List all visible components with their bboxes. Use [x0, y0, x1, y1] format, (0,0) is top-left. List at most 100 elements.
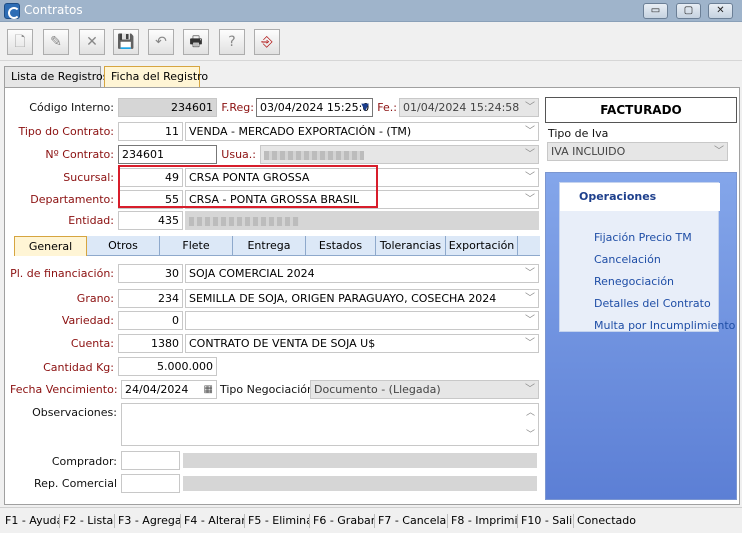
status-f3[interactable]: F3 - Agregar [115, 514, 181, 528]
op-multa-incumplimiento[interactable]: Multa por Incumplimiento [594, 319, 735, 332]
scroll-up-icon[interactable]: ︿ [526, 405, 535, 422]
chevron-down-icon[interactable]: ﹀ [525, 191, 535, 208]
fe-label: Fe.: [377, 101, 397, 114]
tab-otros[interactable]: Otros [87, 236, 160, 256]
maximize-button[interactable]: ▢ [676, 3, 701, 19]
vencimiento-label: Fecha Vencimiento: [10, 383, 118, 396]
comprador-label: Comprador: [51, 455, 117, 468]
tipo-contrato-code[interactable]: 11 [118, 122, 183, 141]
chevron-down-icon[interactable]: ﹀ [714, 143, 724, 160]
tipo-contrato-select[interactable]: VENDA - MERCADO EXPORTACIÓN - (TM) ﹀ [185, 122, 539, 141]
undo-icon[interactable]: ↶ [148, 29, 174, 55]
save-icon[interactable]: 💾 [113, 29, 139, 55]
close-button[interactable]: ✕ [708, 3, 733, 19]
sucursal-label: Sucursal: [63, 171, 114, 184]
cuenta-value: CONTRATO DE VENTA DE SOJA U$ [189, 337, 376, 350]
status-f7[interactable]: F7 - Cancelar [375, 514, 448, 528]
cantidad-label: Cantidad Kg: [43, 361, 114, 374]
tab-ficha-registro[interactable]: Ficha del Registro [104, 66, 208, 87]
delete-icon[interactable]: ✕ [79, 29, 105, 55]
status-f2[interactable]: F2 - Lista [60, 514, 115, 528]
op-fijacion-precio[interactable]: Fijación Precio TM [594, 231, 692, 244]
tipo-negociacion-value: Documento - (Llegada) [314, 383, 441, 396]
chevron-down-icon[interactable]: ﹀ [525, 146, 535, 163]
tab-lista-registros[interactable]: Lista de Registros [4, 66, 108, 87]
rep-comercial-code[interactable] [121, 474, 180, 493]
status-f6[interactable]: F6 - Grabar [310, 514, 375, 528]
chevron-down-icon[interactable]: ﹀ [525, 290, 535, 307]
redacted-user [264, 150, 364, 160]
chevron-down-icon[interactable]: ﹀ [525, 381, 535, 398]
status-f5[interactable]: F5 - Eliminar [245, 514, 310, 528]
new-document-icon[interactable]: 🗋 [7, 29, 33, 55]
vencimiento-field[interactable]: 24/04/2024 ▦ [121, 380, 217, 399]
tab-exportacion[interactable]: Exportación [446, 236, 518, 256]
sucursal-value: CRSA PONTA GROSSA [189, 171, 310, 184]
status-bar: F1 - Ayuda F2 - Lista F3 - Agregar F4 - … [0, 507, 742, 533]
chevron-down-icon[interactable]: ﹀ [525, 335, 535, 352]
operations-panel: Operaciones Fijación Precio TM Cancelaci… [545, 172, 737, 500]
scroll-down-icon[interactable]: ﹀ [526, 427, 535, 444]
chevron-down-icon[interactable]: ﹀ [525, 99, 535, 116]
status-f10[interactable]: F10 - Salir [518, 514, 574, 528]
exit-icon[interactable]: ⎆ [254, 29, 280, 55]
grano-code[interactable]: 234 [118, 289, 183, 308]
inner-tab-strip: General Otros Flete Entrega Estados Tole… [14, 236, 540, 256]
toolbar: 🗋 ✎ ✕ 💾 ↶ 🖶 ? ⎆ [0, 23, 742, 61]
financiacion-select[interactable]: SOJA COMERCIAL 2024 ﹀ [185, 264, 539, 283]
tab-entrega[interactable]: Entrega [233, 236, 306, 256]
tab-flete[interactable]: Flete [160, 236, 233, 256]
financiacion-value: SOJA COMERCIAL 2024 [189, 267, 315, 280]
tab-general[interactable]: General [14, 236, 87, 256]
op-cancelacion[interactable]: Cancelación [594, 253, 661, 266]
chevron-down-icon[interactable]: ﹀ [525, 169, 535, 186]
departamento-select[interactable]: CRSA - PONTA GROSSA BRASIL ﹀ [185, 190, 539, 209]
sucursal-select[interactable]: CRSA PONTA GROSSA ﹀ [185, 168, 539, 187]
financiacion-label: Pl. de financiación: [10, 267, 114, 280]
status-f1[interactable]: F1 - Ayuda [2, 514, 60, 528]
comprador-code[interactable] [121, 451, 180, 470]
status-badge: FACTURADO [545, 97, 737, 123]
variedad-select[interactable]: ﹀ [185, 311, 539, 330]
minimize-button[interactable]: ▭ [643, 3, 668, 19]
op-renegociacion[interactable]: Renegociación [594, 275, 674, 288]
app-icon [4, 3, 20, 19]
cantidad-field[interactable]: 5.000.000 [118, 357, 217, 376]
cuenta-code[interactable]: 1380 [118, 334, 183, 353]
departamento-code[interactable]: 55 [118, 190, 183, 209]
entidad-code[interactable]: 435 [118, 211, 183, 230]
tab-tolerancias[interactable]: Tolerancias [376, 236, 446, 256]
freg-label: F.Reg: [221, 101, 254, 114]
tipo-negociacion-select[interactable]: Documento - (Llegada) ﹀ [310, 380, 539, 399]
tab-estados[interactable]: Estados [306, 236, 376, 256]
tipo-contrato-label: Tipo do Contrato: [18, 125, 114, 138]
print-icon[interactable]: 🖶 [183, 29, 209, 55]
freg-field[interactable]: 03/04/2024 15:25:0 ▼ [256, 98, 373, 117]
status-f8[interactable]: F8 - Imprimir [448, 514, 518, 528]
fe-value: 01/04/2024 15:24:58 [403, 101, 520, 114]
status-f4[interactable]: F4 - Alterar [181, 514, 245, 528]
op-detalles-contrato[interactable]: Detalles del Contrato [594, 297, 711, 310]
comprador-name-field [183, 453, 537, 468]
fe-field: 01/04/2024 15:24:58 ﹀ [399, 98, 539, 117]
financiacion-code[interactable]: 30 [118, 264, 183, 283]
observaciones-textarea[interactable]: ︿ ﹀ [121, 403, 539, 446]
sucursal-code[interactable]: 49 [118, 168, 183, 187]
help-icon[interactable]: ? [219, 29, 245, 55]
variedad-label: Variedad: [61, 314, 114, 327]
chevron-down-icon[interactable]: ▼ [361, 99, 369, 116]
chevron-down-icon[interactable]: ﹀ [525, 265, 535, 282]
chevron-down-icon[interactable]: ﹀ [525, 312, 535, 329]
codigo-interno-label: Código Interno: [29, 101, 114, 114]
edit-icon[interactable]: ✎ [43, 29, 69, 55]
nro-contrato-field[interactable]: 234601 [118, 145, 217, 164]
grano-select[interactable]: SEMILLA DE SOJA, ORIGEN PARAGUAYO, COSEC… [185, 289, 539, 308]
usua-label: Usua.: [221, 148, 256, 161]
tipo-iva-select[interactable]: IVA INCLUIDO ﹀ [547, 142, 728, 161]
cuenta-select[interactable]: CONTRATO DE VENTA DE SOJA U$ ﹀ [185, 334, 539, 353]
departamento-label: Departamento: [30, 193, 114, 206]
calendar-icon[interactable]: ▦ [204, 381, 213, 398]
variedad-code[interactable]: 0 [118, 311, 183, 330]
chevron-down-icon[interactable]: ﹀ [525, 123, 535, 140]
nro-contrato-label: Nº Contrato: [45, 148, 114, 161]
